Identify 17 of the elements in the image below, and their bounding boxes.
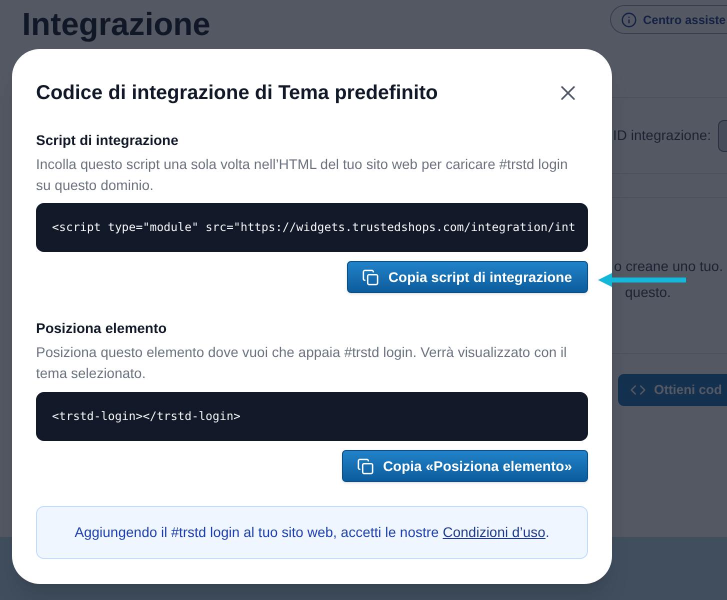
copy-button[interactable]: Copia «Posiziona elemento» xyxy=(342,450,588,482)
terms-notice: Aggiungendo il #trstd login al tuo sito web, accetti le nostre Condizioni d’uso. xyxy=(74,523,550,542)
copy-icon xyxy=(362,268,380,286)
dialog-title: Codice di integrazione di Tema predefinito xyxy=(36,81,438,106)
section-heading: Posiziona elemento xyxy=(36,319,168,338)
page-title: Integrazione xyxy=(22,5,210,44)
section-heading: Script di integrazione xyxy=(36,131,180,150)
copy-button[interactable]: Copia script di integrazione xyxy=(347,261,588,293)
integration-id-label: ID integrazione: xyxy=(613,126,712,145)
code-snippet: <script type="module" src="https://widgets.trustedshops.com/integration/int xyxy=(52,218,576,236)
copy-icon xyxy=(356,458,374,474)
info-text: o creane uno tuo. xyxy=(614,257,723,276)
code-snippet: <trstd-login></trstd-login> xyxy=(52,408,240,425)
section-description: Posiziona questo elemento dove vuoi che appaia #trstd login. Verrà visualizzato con il tema selezionato. xyxy=(36,343,568,383)
info-text: questo. xyxy=(625,283,671,302)
section-description: Incolla questo script una sola volta nell’HTML del tuo sito web per caricare #trstd login su questo dominio. xyxy=(36,155,569,195)
terms-link[interactable]: Condizioni d’uso xyxy=(442,524,546,540)
